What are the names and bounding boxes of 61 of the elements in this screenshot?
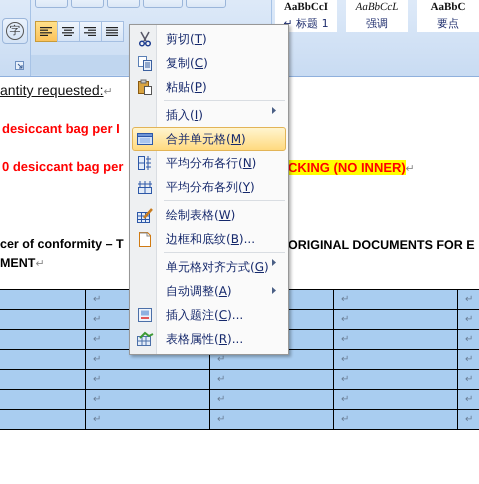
pencil-table-icon xyxy=(136,206,154,224)
align-left-icon xyxy=(40,26,53,36)
submenu-arrow-icon xyxy=(272,287,276,294)
style-option[interactable]: AaBbC 要点 xyxy=(417,0,479,32)
table-cell: ↵ xyxy=(458,370,479,390)
menu-item[interactable]: 粘贴(P) xyxy=(132,75,286,99)
table-cell: ↵ xyxy=(334,390,458,410)
table-cell: ↵ xyxy=(458,390,479,410)
document-text: antity requested: xyxy=(0,82,104,98)
menu-item[interactable]: 平均分布各行(N) xyxy=(132,151,286,175)
menu-item[interactable]: 合并单元格(M) xyxy=(132,127,286,151)
document-text: CKING (NO INNER) xyxy=(288,160,406,175)
table-icon xyxy=(136,131,154,147)
table-cell: ↵ xyxy=(334,410,458,430)
align-button[interactable] xyxy=(100,21,124,42)
table-cell: ↵ xyxy=(334,350,458,370)
table-cell: ↵ xyxy=(86,370,210,390)
menu-item[interactable]: 复制(C) xyxy=(132,51,286,75)
distribute-columns-icon xyxy=(137,179,153,195)
align-button[interactable] xyxy=(56,21,80,42)
page-icon xyxy=(138,230,152,248)
align-button[interactable] xyxy=(78,21,102,42)
submenu-arrow-icon xyxy=(272,107,276,114)
align-button[interactable] xyxy=(34,21,58,42)
caption-icon xyxy=(137,307,153,323)
table-cell: ↵ xyxy=(210,410,334,430)
scissors-icon xyxy=(138,31,152,47)
table-cell: ↵ xyxy=(334,310,458,330)
table-cell: ↵ xyxy=(458,290,479,310)
document-text: 0 desiccant bag per xyxy=(1,159,124,174)
table-cell: ↵ xyxy=(458,410,479,430)
style-option[interactable]: AaBbCcL 强调 xyxy=(346,0,408,32)
menu-item[interactable]: 平均分布各列(Y) xyxy=(132,175,286,199)
table-cell: ↵ xyxy=(86,410,210,430)
align-center-icon xyxy=(62,26,75,36)
copy-icon xyxy=(137,55,153,71)
document-text: ORIGINAL DOCUMENTS FOR E xyxy=(288,238,475,252)
paste-icon xyxy=(137,79,153,95)
menu-item[interactable]: 边框和底纹(B)... xyxy=(132,227,286,251)
document-text: MENT xyxy=(0,256,36,270)
table-properties-icon xyxy=(136,331,154,347)
paragraph-mark: ↵ xyxy=(104,86,113,98)
phonetic-guide-button[interactable]: 字 xyxy=(2,18,28,44)
table-cell: ↵ xyxy=(334,330,458,350)
table-cell: ↵ xyxy=(210,370,334,390)
table-cell: ↵ xyxy=(458,350,479,370)
distribute-rows-icon xyxy=(137,155,153,171)
dialog-launcher-icon[interactable] xyxy=(15,61,24,70)
align-justify-icon xyxy=(106,26,119,36)
table-cell: ↵ xyxy=(334,290,458,310)
paragraph-mark: ↵ xyxy=(35,258,44,270)
align-right-icon xyxy=(84,26,97,36)
table-cell: ↵ xyxy=(458,330,479,350)
table-cell: ↵ xyxy=(458,310,479,330)
document-text: desiccant bag per I xyxy=(1,121,120,136)
document-text: cer of conformity – T xyxy=(0,237,124,251)
table-cell: ↵ xyxy=(334,370,458,390)
table-cell: ↵ xyxy=(210,390,334,410)
submenu-arrow-icon xyxy=(272,259,276,266)
paragraph-mark: ↵ xyxy=(406,163,415,175)
table-cell: ↵ xyxy=(86,390,210,410)
